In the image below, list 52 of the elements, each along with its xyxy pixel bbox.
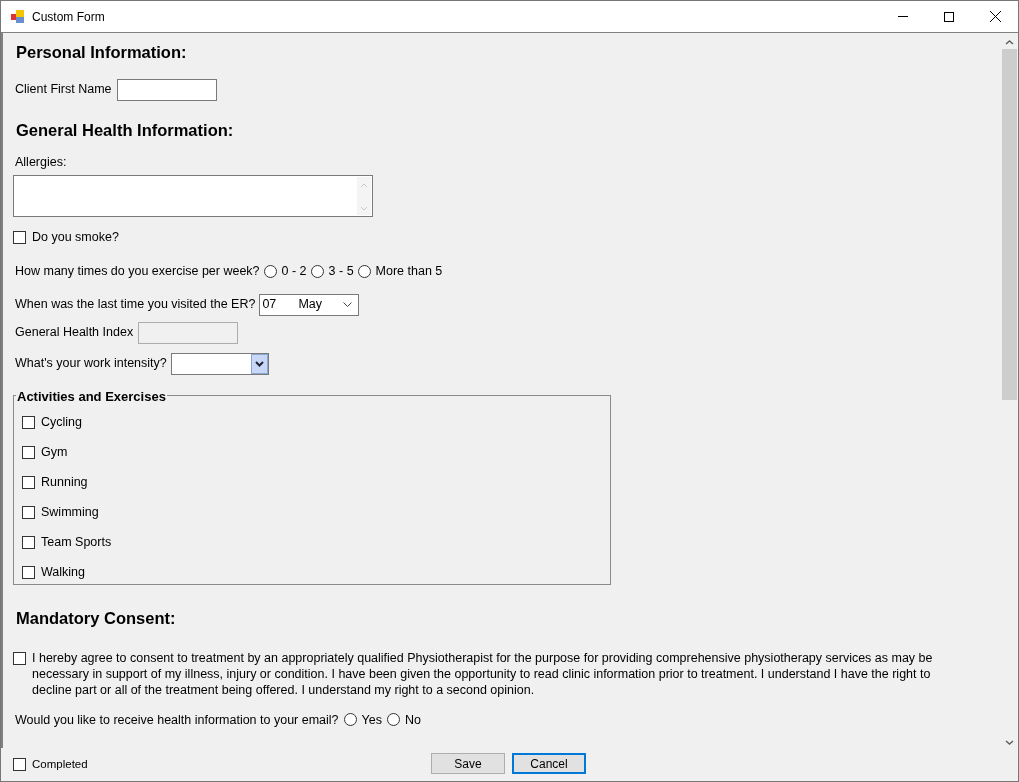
checkbox[interactable] xyxy=(13,651,26,665)
checkbox-label: Do you smoke? xyxy=(32,229,119,247)
checkbox[interactable] xyxy=(22,446,35,460)
question-label: How many times do you exercise per week? xyxy=(15,263,260,280)
radio-button[interactable] xyxy=(310,264,324,278)
checkbox[interactable] xyxy=(22,536,35,550)
radio-label: Yes xyxy=(361,711,382,729)
radio-label: 3 - 5 xyxy=(328,263,354,280)
close-icon xyxy=(989,11,1001,22)
radio-label: More than 5 xyxy=(375,263,443,280)
field-label: Client First Name xyxy=(15,81,112,99)
section-heading: General Health Information: xyxy=(16,119,235,141)
checkbox[interactable] xyxy=(22,476,35,490)
radio-button[interactable] xyxy=(343,713,357,727)
window-title: Custom Form xyxy=(32,8,105,26)
checkbox-label: Team Sports xyxy=(41,534,112,552)
radio-button[interactable] xyxy=(357,264,371,278)
radio-label: No xyxy=(404,711,421,729)
checkbox[interactable] xyxy=(22,566,35,580)
radio-button[interactable] xyxy=(386,713,400,727)
app-icon xyxy=(11,10,25,23)
checkbox-label: Walking xyxy=(41,564,85,582)
checkbox-label: Gym xyxy=(41,444,68,462)
checkbox-label: Cycling xyxy=(41,414,82,432)
date-picker[interactable]: 07 May xyxy=(259,293,360,316)
dialog-button[interactable]: Save xyxy=(431,753,505,774)
radio-label: 0 - 2 xyxy=(281,263,307,280)
maximize-icon xyxy=(944,11,954,22)
checkbox-label: Running xyxy=(41,474,88,492)
chevron-down-icon xyxy=(343,302,353,308)
section-heading: Mandatory Consent: xyxy=(16,607,177,629)
first-name-field[interactable] xyxy=(116,78,217,101)
question-label: Would you like to receive health information to your email? xyxy=(15,711,339,729)
checkbox-label: Swimming xyxy=(41,504,99,522)
radio-button[interactable] xyxy=(263,264,277,278)
checkbox[interactable] xyxy=(22,416,35,430)
checkbox[interactable] xyxy=(13,231,26,245)
question-label: When was the last time you visited the ER? xyxy=(15,296,256,314)
checkbox[interactable] xyxy=(13,758,26,771)
consent-text: I hereby agree to consent to treatment by an appropriately qualified Physiotherapist for the purpose for providing comprehensive physiotherapy services as may be necessary in support of my illness, injury or condition. I have been given the opportunity to read clinic information prior to treatment. I understand I have the right to decline part or all of the treatment being offered. I understand my right to a second opinion. xyxy=(32,649,934,698)
section-heading: Personal Information: xyxy=(16,42,188,63)
checkbox[interactable] xyxy=(22,506,35,520)
checkbox-label: Completed xyxy=(32,756,88,772)
field-label: General Health Index xyxy=(15,324,134,342)
allergies-text-area[interactable] xyxy=(13,175,373,218)
field-label: Allergies: xyxy=(15,153,68,171)
intensity-dropdown[interactable] xyxy=(170,352,269,375)
question-label: What's your work intensity? xyxy=(15,355,167,373)
dialog-button[interactable]: Cancel xyxy=(512,753,586,774)
minimize-icon xyxy=(898,16,908,17)
chevron-down-icon xyxy=(254,360,264,367)
scrollbar-drawing xyxy=(357,177,371,216)
